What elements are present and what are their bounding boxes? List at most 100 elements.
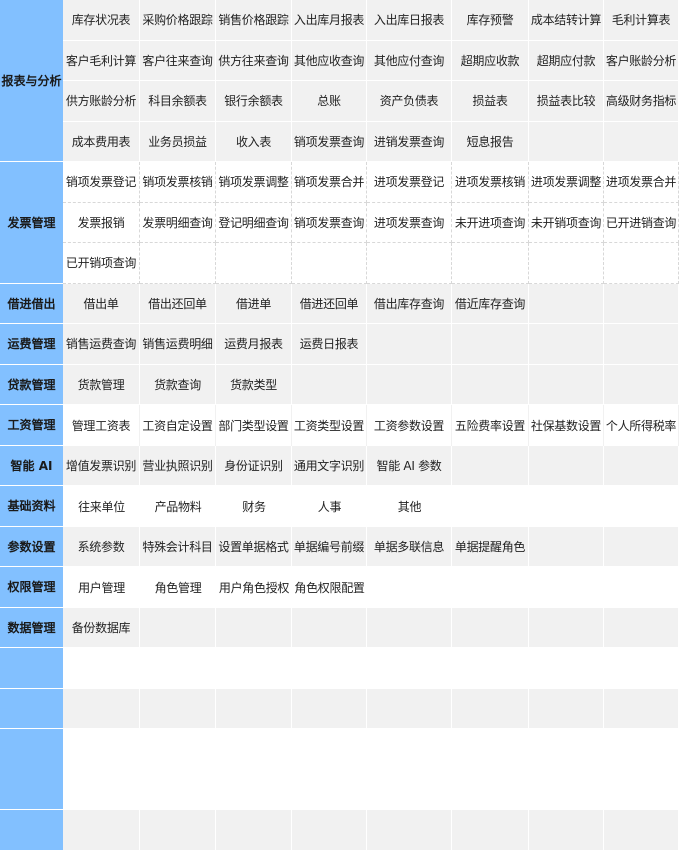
menu-item[interactable]: 用户管理 (63, 567, 140, 608)
menu-item[interactable]: 运费月报表 (216, 324, 292, 365)
menu-item[interactable]: 借出单 (63, 283, 140, 324)
menu-item[interactable]: 系统参数 (63, 526, 140, 567)
menu-item[interactable]: 超期应收款 (452, 40, 529, 81)
menu-item[interactable]: 销项发票核销 (140, 162, 216, 203)
section-items: 管理工资表 工资自定设置 部门类型设置 工资类型设置 工资参数设置 五险费率设置 社保基数设… (63, 405, 679, 446)
menu-item[interactable]: 角色权限配置 (292, 567, 367, 608)
menu-item[interactable]: 身份证识别 (216, 445, 292, 486)
menu-item[interactable]: 未开进项查询 (452, 202, 529, 243)
menu-item[interactable]: 损益表 (452, 81, 529, 122)
menu-item[interactable]: 其他 (367, 486, 452, 527)
menu-item[interactable]: 成本结转计算 (529, 0, 604, 41)
menu-section: 基础资料 往来单位 产品物料 财务 人事 其他 (0, 486, 679, 527)
menu-item[interactable]: 销项发票合并 (292, 162, 367, 203)
menu-item[interactable]: 入出库日报表 (367, 0, 452, 41)
menu-item[interactable]: 销项发票查询 (292, 202, 367, 243)
menu-item[interactable]: 设置单据格式 (216, 526, 292, 567)
section-title (0, 810, 63, 851)
menu-item[interactable]: 往来单位 (63, 486, 140, 527)
section-title (0, 688, 63, 729)
menu-item[interactable]: 社保基数设置 (529, 405, 604, 446)
menu-item[interactable]: 营业执照识别 (140, 445, 216, 486)
menu-item[interactable]: 个人所得税率 (604, 405, 679, 446)
menu-item[interactable]: 通用文字识别 (292, 445, 367, 486)
menu-item[interactable]: 其他应收查询 (292, 40, 367, 81)
menu-item[interactable]: 财务 (216, 486, 292, 527)
menu-item[interactable]: 损益表比较 (529, 81, 604, 122)
menu-item[interactable]: 进项发票查询 (367, 202, 452, 243)
menu-item[interactable]: 短息报告 (452, 121, 529, 162)
menu-item[interactable]: 销售运费查询 (63, 324, 140, 365)
menu-item[interactable]: 单据提醒角色 (452, 526, 529, 567)
menu-item[interactable]: 销售价格跟踪 (216, 0, 292, 41)
menu-item[interactable]: 借进单 (216, 283, 292, 324)
menu-item[interactable]: 客户往来查询 (140, 40, 216, 81)
menu-item[interactable]: 特殊会计科目 (140, 526, 216, 567)
menu-item[interactable]: 成本费用表 (63, 121, 140, 162)
section-items: 往来单位 产品物料 财务 人事 其他 (63, 486, 679, 527)
menu-item[interactable]: 借近库存查询 (452, 283, 529, 324)
menu-item[interactable]: 登记明细查询 (216, 202, 292, 243)
menu-item[interactable]: 销项发票调整 (216, 162, 292, 203)
menu-item[interactable]: 运费日报表 (292, 324, 367, 365)
menu-item[interactable]: 角色管理 (140, 567, 216, 608)
menu-item[interactable]: 发票报销 (63, 202, 140, 243)
section-title: 借进借出 (0, 283, 63, 324)
empty-cell (292, 810, 367, 851)
menu-item[interactable]: 借进还回单 (292, 283, 367, 324)
menu-item[interactable]: 单据多联信息 (367, 526, 452, 567)
menu-item[interactable]: 工资自定设置 (140, 405, 216, 446)
menu-item[interactable]: 智能 AI 参数 (367, 445, 452, 486)
menu-item[interactable]: 销项发票查询 (292, 121, 367, 162)
menu-item[interactable]: 单据编号前缀 (292, 526, 367, 567)
menu-item[interactable]: 人事 (292, 486, 367, 527)
menu-item[interactable]: 借出还回单 (140, 283, 216, 324)
menu-item[interactable]: 已开进销查询 (604, 202, 679, 243)
menu-item[interactable]: 业务员损益 (140, 121, 216, 162)
menu-item[interactable]: 客户账龄分析 (604, 40, 679, 81)
menu-item[interactable]: 进销发票查询 (367, 121, 452, 162)
menu-item[interactable]: 银行余额表 (216, 81, 292, 122)
empty-cell (604, 648, 679, 689)
menu-item[interactable]: 工资参数设置 (367, 405, 452, 446)
menu-item[interactable]: 进项发票登记 (367, 162, 452, 203)
menu-item[interactable]: 部门类型设置 (216, 405, 292, 446)
menu-item[interactable]: 工资类型设置 (292, 405, 367, 446)
menu-item[interactable]: 采购价格跟踪 (140, 0, 216, 41)
menu-item[interactable]: 其他应付查询 (367, 40, 452, 81)
menu-item[interactable]: 毛利计算表 (604, 0, 679, 41)
menu-item[interactable]: 供方往来查询 (216, 40, 292, 81)
menu-item[interactable]: 借出库存查询 (367, 283, 452, 324)
menu-item[interactable]: 总账 (292, 81, 367, 122)
menu-item[interactable]: 客户毛利计算 (63, 40, 140, 81)
menu-item[interactable]: 管理工资表 (63, 405, 140, 446)
menu-item[interactable]: 备份数据库 (63, 607, 140, 648)
menu-item[interactable]: 进项发票合并 (604, 162, 679, 203)
menu-item[interactable]: 供方账龄分析 (63, 81, 140, 122)
empty-cell (292, 648, 367, 689)
menu-item[interactable]: 超期应付款 (529, 40, 604, 81)
menu-item[interactable]: 进项发票核销 (452, 162, 529, 203)
empty-cell (452, 729, 529, 770)
menu-item[interactable]: 五险费率设置 (452, 405, 529, 446)
menu-item[interactable]: 入出库月报表 (292, 0, 367, 41)
menu-item[interactable]: 科目余额表 (140, 81, 216, 122)
menu-item[interactable]: 销项发票登记 (63, 162, 140, 203)
menu-item[interactable]: 未开销项查询 (529, 202, 604, 243)
menu-item[interactable]: 增值发票识别 (63, 445, 140, 486)
menu-item[interactable]: 收入表 (216, 121, 292, 162)
menu-item[interactable]: 货款类型 (216, 364, 292, 405)
menu-item[interactable]: 库存状况表 (63, 0, 140, 41)
menu-item[interactable]: 产品物料 (140, 486, 216, 527)
empty-cell (63, 770, 140, 811)
menu-item[interactable]: 资产负债表 (367, 81, 452, 122)
menu-item[interactable]: 已开销项查询 (63, 243, 140, 284)
menu-item[interactable]: 用户角色授权 (216, 567, 292, 608)
menu-item[interactable]: 库存预警 (452, 0, 529, 41)
menu-item[interactable]: 销售运费明细 (140, 324, 216, 365)
menu-item[interactable]: 进项发票调整 (529, 162, 604, 203)
menu-item[interactable]: 发票明细查询 (140, 202, 216, 243)
menu-item[interactable]: 货款管理 (63, 364, 140, 405)
menu-item[interactable]: 货款查询 (140, 364, 216, 405)
menu-item[interactable]: 高级财务指标 (604, 81, 679, 122)
